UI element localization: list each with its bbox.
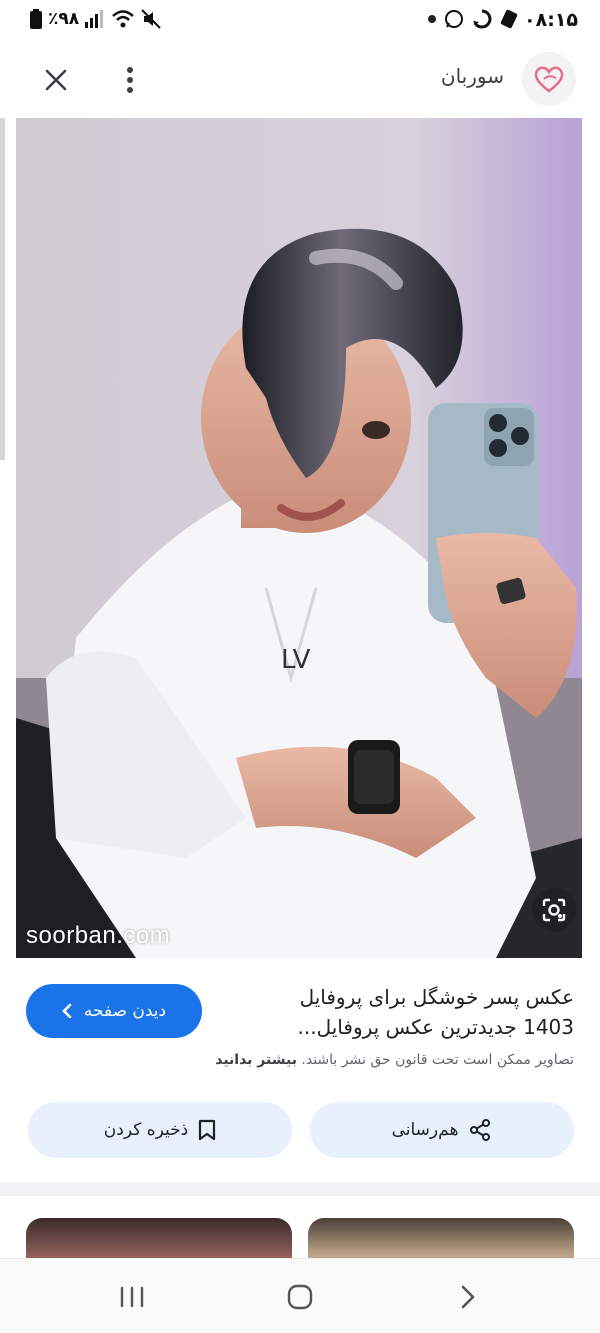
signal-icon (85, 10, 104, 28)
battery-percent: ٪۹۸ (48, 9, 80, 29)
share-button[interactable]: هم‌رسانی (310, 1102, 574, 1158)
visit-page-label: دیدن صفحه (83, 1001, 167, 1021)
close-button[interactable] (36, 60, 76, 100)
more-options-button[interactable] (112, 60, 148, 100)
result-info-panel: عکس پسر خوشگل برای پروفایل 1403 جدیدترین… (0, 958, 600, 1180)
system-navigation-bar (0, 1258, 600, 1333)
share-icon (470, 1119, 491, 1141)
result-title[interactable]: عکس پسر خوشگل برای پروفایل 1403 جدیدترین… (254, 982, 574, 1042)
preview-image[interactable]: LV soorban.com (16, 118, 582, 958)
related-image-thumb[interactable] (26, 1218, 292, 1260)
svg-text:LV: LV (281, 645, 311, 675)
photo-illustration: LV (16, 118, 582, 958)
related-image-thumb[interactable] (308, 1218, 574, 1260)
data-icon (500, 9, 518, 29)
notification-dot (428, 15, 436, 23)
mute-icon (141, 9, 161, 29)
visit-page-button[interactable]: دیدن صفحه (26, 984, 202, 1038)
save-button[interactable]: ذخیره کردن (28, 1102, 292, 1158)
google-lens-icon (542, 898, 566, 922)
related-images (0, 1196, 600, 1260)
site-name[interactable]: سوربان (441, 64, 504, 88)
copyright-text: تصاویر ممکن است تحت قانون حق نشر باشند. (301, 1052, 574, 1068)
section-divider (0, 1182, 600, 1196)
whatsapp-icon (445, 10, 463, 28)
google-lens-button[interactable] (532, 888, 576, 932)
back-chevron-icon (461, 1285, 475, 1309)
sync-icon (473, 9, 492, 29)
share-label: هم‌رسانی (391, 1120, 459, 1140)
home-button[interactable] (280, 1277, 320, 1317)
status-right-icons (428, 9, 518, 29)
bookmark-icon (199, 1119, 216, 1141)
back-button[interactable] (448, 1277, 488, 1317)
chevron-left-icon (62, 1003, 72, 1019)
learn-more-link[interactable]: بیشتر بدانید (215, 1052, 297, 1068)
home-icon (287, 1284, 313, 1310)
site-logo[interactable] (522, 52, 576, 106)
close-icon (45, 69, 67, 91)
more-vert-icon (127, 67, 133, 93)
viewer-header: سوربان (0, 42, 600, 118)
recent-apps-icon (120, 1286, 144, 1308)
copyright-notice: تصاویر ممکن است تحت قانون حق نشر باشند. … (215, 1052, 574, 1068)
status-bar: ٪۹۸ ۰۸:۱۵ (0, 0, 600, 42)
recent-apps-button[interactable] (112, 1277, 152, 1317)
battery-icon (30, 9, 42, 29)
heart-logo-icon (534, 66, 564, 93)
status-left: ٪۹۸ (30, 9, 161, 29)
save-label: ذخیره کردن (103, 1120, 189, 1140)
wifi-icon (112, 10, 134, 28)
status-time: ۰۸:۱۵ (524, 9, 578, 31)
image-watermark: soorban.com (26, 922, 171, 949)
